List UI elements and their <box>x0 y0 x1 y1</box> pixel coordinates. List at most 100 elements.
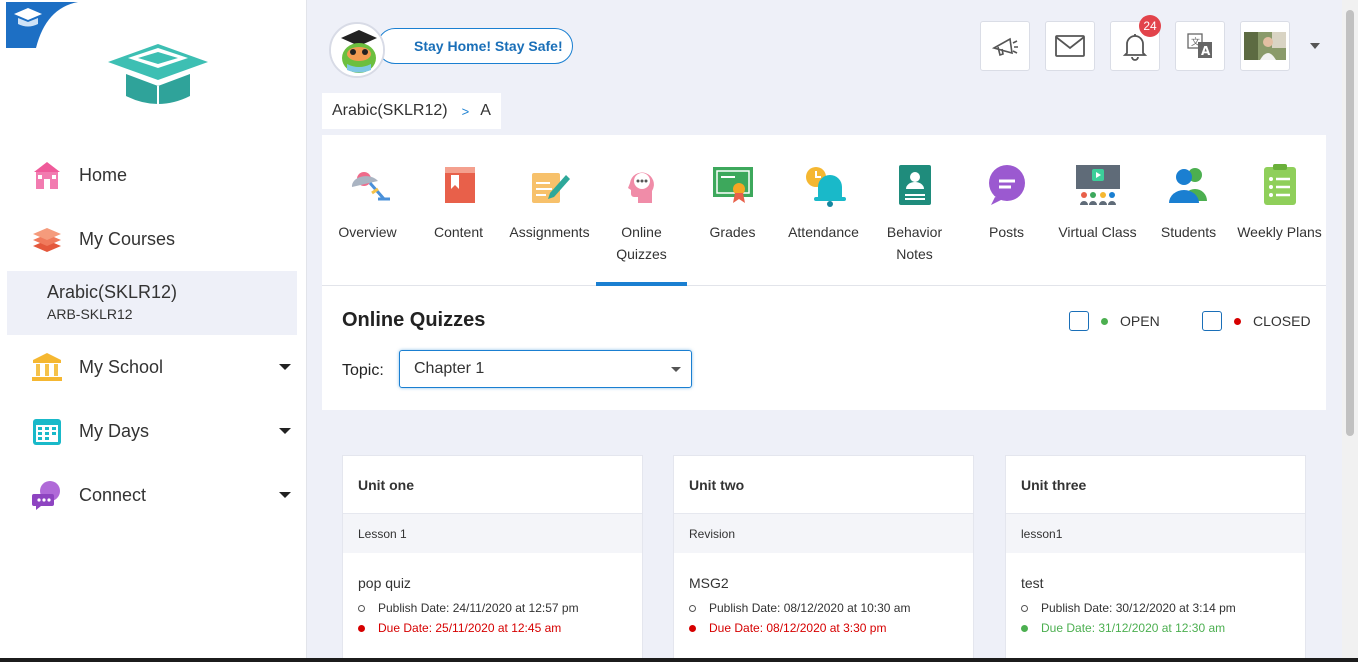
card-lesson: lesson1 <box>1006 514 1305 553</box>
card-publish-line: Publish Date: 30/12/2020 at 3:14 pm <box>1006 601 1305 615</box>
publish-circle-icon <box>1021 604 1028 612</box>
announcements-button[interactable] <box>980 21 1030 71</box>
id-card-icon <box>898 165 931 205</box>
sidebar-nav: Home My Courses Arabic(SKLR12) ARB-SKLR1… <box>7 143 297 527</box>
closed-status-dot <box>358 624 365 632</box>
checkbox[interactable] <box>1202 311 1222 331</box>
tab-grades[interactable]: Grades <box>687 135 778 286</box>
tab-students[interactable]: Students <box>1143 135 1234 286</box>
legend-open-label: OPEN <box>1120 313 1160 329</box>
publish-circle-icon <box>689 604 696 612</box>
card-due-date: Due Date: 08/12/2020 at 3:30 pm <box>709 621 887 635</box>
card-due-date: Due Date: 25/11/2020 at 12:45 am <box>378 621 562 635</box>
card-lesson: Lesson 1 <box>343 514 642 553</box>
promo-text: Stay Home! Stay Safe! <box>414 38 563 54</box>
card-publish-line: Publish Date: 08/12/2020 at 10:30 am <box>674 601 973 615</box>
open-status-dot <box>1101 317 1108 325</box>
sidebar-item-my-days[interactable]: My Days <box>7 399 297 463</box>
tab-assignments[interactable]: Assignments <box>504 135 595 286</box>
open-status-dot <box>1021 624 1028 632</box>
lamp-icon <box>351 172 390 201</box>
books-stack-icon <box>29 221 65 257</box>
checkbox[interactable] <box>1069 311 1089 331</box>
chevron-down-icon[interactable] <box>279 492 291 498</box>
breadcrumb-section[interactable]: A <box>480 102 491 120</box>
certificate-icon <box>712 167 753 203</box>
clipboard-list-icon <box>1263 164 1296 205</box>
mail-icon <box>1055 35 1085 57</box>
tab-label: Grades <box>709 224 756 240</box>
language-button[interactable]: 文A <box>1175 21 1225 71</box>
presentation-board-icon <box>1075 165 1120 205</box>
closed-status-dot <box>1234 317 1241 325</box>
sidebar-item-my-school[interactable]: My School <box>7 335 297 399</box>
closed-status-dot <box>689 624 696 632</box>
card-quiz-name[interactable]: test <box>1006 575 1305 591</box>
sidebar-current-course[interactable]: Arabic(SKLR12) ARB-SKLR12 <box>7 271 297 335</box>
card-due-date: Due Date: 31/12/2020 at 12:30 am <box>1041 621 1226 635</box>
tab-online-quizzes[interactable]: Online Quizzes <box>596 135 687 286</box>
tab-weekly-plans[interactable]: Weekly Plans <box>1234 135 1325 286</box>
topic-label: Topic: <box>342 362 384 379</box>
card-unit-title: Unit two <box>674 456 973 514</box>
publish-circle-icon <box>358 604 365 612</box>
card-quiz-name[interactable]: pop quiz <box>343 575 642 591</box>
card-due-line: Due Date: 31/12/2020 at 12:30 am <box>1006 621 1305 635</box>
quiz-card[interactable]: Unit two Revision MSG2 Publish Date: 08/… <box>673 455 974 662</box>
tab-attendance[interactable]: Attendance <box>778 135 869 286</box>
vertical-scrollbar[interactable] <box>1342 0 1358 662</box>
topic-select[interactable]: Chapter 1 <box>399 350 692 388</box>
filter-closed-checkbox[interactable]: CLOSED <box>1202 311 1311 331</box>
card-publish-line: Publish Date: 24/11/2020 at 12:57 pm <box>343 601 642 615</box>
sidebar-item-my-courses[interactable]: My Courses <box>7 207 297 271</box>
head-thought-icon <box>627 172 654 203</box>
promo-pill[interactable]: Stay Home! Stay Safe! <box>377 28 573 64</box>
sidebar-item-label: My Days <box>79 420 150 441</box>
card-publish-date: Publish Date: 24/11/2020 at 12:57 pm <box>378 601 579 615</box>
tab-label: Students <box>1160 224 1217 240</box>
tab-virtual-class[interactable]: Virtual Class <box>1052 135 1143 286</box>
tab-label: Content <box>433 224 484 240</box>
messages-button[interactable] <box>1045 21 1095 71</box>
page-title: Online Quizzes <box>342 309 486 331</box>
corner-logo-icon[interactable] <box>6 2 78 48</box>
tab-content[interactable]: Content <box>413 135 504 286</box>
bottom-strip <box>0 658 1358 662</box>
quiz-card[interactable]: Unit three lesson1 test Publish Date: 30… <box>1005 455 1306 662</box>
sidebar-item-label: Home <box>79 164 128 185</box>
tab-label: Posts <box>988 224 1024 240</box>
user-menu-caret-icon[interactable] <box>1310 43 1320 49</box>
tab-label: Virtual Class <box>1058 224 1137 240</box>
breadcrumb-course[interactable]: Arabic(SKLR12) <box>332 102 448 120</box>
scrollbar-thumb[interactable] <box>1346 10 1354 436</box>
translate-icon: 文A <box>1187 33 1212 58</box>
card-publish-date: Publish Date: 30/12/2020 at 3:14 pm <box>1041 601 1236 615</box>
tab-posts[interactable]: Posts <box>961 135 1052 286</box>
tab-overview[interactable]: Overview <box>322 135 413 286</box>
card-unit-title: Unit three <box>1006 456 1305 514</box>
tab-label: Overview <box>338 224 397 240</box>
notifications-button[interactable]: 24 <box>1110 15 1161 71</box>
sidebar-item-home[interactable]: Home <box>7 143 297 207</box>
calendar-icon <box>29 413 65 449</box>
notification-count-badge: 24 <box>1139 15 1161 37</box>
quiz-card[interactable]: Unit one Lesson 1 pop quiz Publish Date:… <box>342 455 643 662</box>
tab-behavior-notes[interactable]: Behavior Notes <box>869 135 960 286</box>
course-tabs: Overview Content Assignments Online Quiz… <box>322 135 1326 286</box>
megaphone-icon <box>991 37 1018 57</box>
chevron-down-icon[interactable] <box>279 364 291 370</box>
chevron-down-icon[interactable] <box>279 428 291 434</box>
school-building-icon <box>29 157 65 193</box>
sidebar-item-label: My Courses <box>79 228 176 249</box>
card-quiz-name[interactable]: MSG2 <box>674 575 973 591</box>
tab-label: Online Quizzes <box>616 224 667 262</box>
tab-label: Assignments <box>509 224 590 240</box>
user-avatar-button[interactable] <box>1240 21 1290 71</box>
topic-select-value: Chapter 1 <box>414 360 485 377</box>
sidebar-item-connect[interactable]: Connect <box>7 463 297 527</box>
breadcrumb-separator: > <box>461 103 470 119</box>
card-due-line: Due Date: 08/12/2020 at 3:30 pm <box>674 621 973 635</box>
institution-icon <box>29 349 65 385</box>
sidebar-item-label: Connect <box>79 484 147 505</box>
filter-open-checkbox[interactable]: OPEN <box>1069 311 1160 331</box>
